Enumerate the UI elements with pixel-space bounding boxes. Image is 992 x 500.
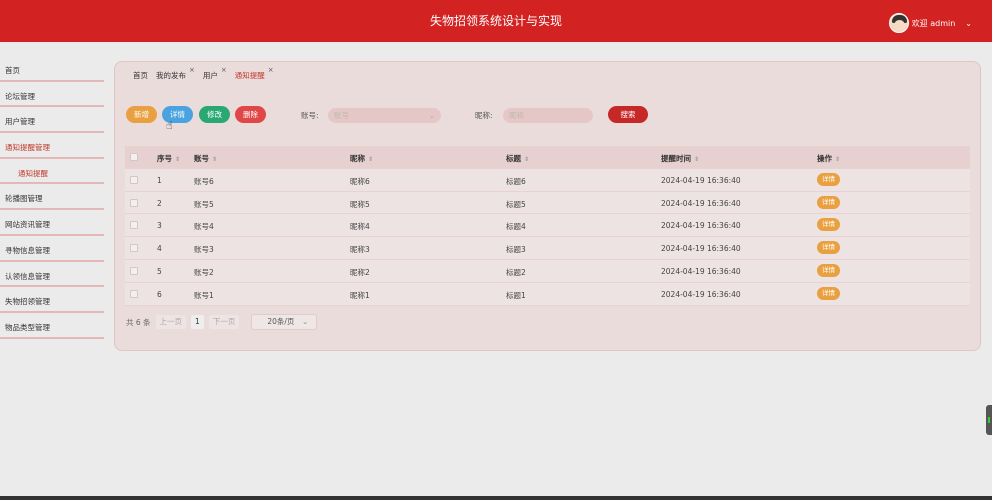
table-row[interactable]: 6 账号1 昵称1 标题1 2024-04-19 16:36:40 详情 [125, 282, 970, 306]
column-header[interactable]: 昵称 ⇕ [350, 153, 373, 164]
sidebar-item-item-types[interactable]: 物品类型管理 [0, 315, 104, 341]
prev-page-button[interactable]: 上一页 [155, 315, 187, 329]
sidebar-item-lost-search[interactable]: 寻物信息管理 [0, 238, 104, 264]
side-tool-handle[interactable] [986, 405, 992, 435]
account-label: 账号: [301, 111, 319, 120]
row-checkbox[interactable] [130, 175, 138, 184]
user-menu[interactable]: 欢迎 admin ⌄ [888, 13, 972, 33]
select-all-checkbox[interactable] [130, 153, 138, 161]
table-row[interactable]: 3 账号4 昵称4 标题4 2024-04-19 16:36:40 详情 [125, 214, 970, 238]
nickname-input[interactable]: 昵称 [503, 108, 593, 123]
row-checkbox[interactable] [130, 289, 138, 298]
table-row[interactable]: 1 账号6 昵称6 标题6 2024-04-19 16:36:40 详情 [125, 168, 970, 192]
row-detail-button[interactable]: 详情 [817, 263, 840, 277]
column-header[interactable]: 操作 ⇕ [817, 153, 840, 164]
tab-users[interactable]: 用户 × [203, 66, 227, 81]
page-number[interactable]: 1 [191, 315, 204, 329]
sidebar-item-home[interactable]: 首页 [0, 58, 104, 84]
chevron-down-icon[interactable]: ⌄ [965, 19, 972, 28]
add-button[interactable]: 新增 [126, 106, 157, 123]
account-select[interactable]: 账号 ⌄ [328, 108, 441, 123]
avatar[interactable] [888, 13, 909, 33]
sidebar-item-news[interactable]: 网站资讯管理 [0, 212, 104, 238]
sidebar-item-forum[interactable]: 论坛管理 [0, 84, 104, 110]
column-header[interactable]: 标题 ⇕ [506, 153, 529, 164]
sort-icon: ⇕ [694, 156, 700, 163]
column-header[interactable]: 序号 ⇕ [157, 153, 180, 164]
sidebar: 首页 论坛管理 用户管理 通知提醒管理 通知提醒 轮播图管理 网站资讯管理 寻物… [0, 58, 104, 341]
sidebar-item-notifications[interactable]: 通知提醒管理 [0, 135, 104, 161]
table-row[interactable]: 4 账号3 昵称3 标题3 2024-04-19 16:36:40 详情 [125, 237, 970, 260]
total-count: 共 6 条 [126, 317, 151, 327]
close-icon[interactable]: × [221, 66, 227, 74]
close-icon[interactable]: × [268, 66, 274, 74]
notification-table: 序号 ⇕ 账号 ⇕ 昵称 ⇕ 标题 ⇕ 提醒时间 ⇕ 操作 ⇕ 1 账号6 昵称6 标题6 … [125, 146, 970, 306]
sort-icon: ⇕ [524, 156, 530, 163]
sidebar-item-lost-found[interactable]: 失物招领管理 [0, 289, 104, 315]
row-detail-button[interactable]: 详情 [817, 218, 840, 232]
delete-button[interactable]: 删除 [235, 106, 266, 123]
row-detail-button[interactable]: 详情 [817, 286, 840, 300]
column-header[interactable]: 账号 ⇕ [194, 153, 217, 164]
sidebar-item-claims[interactable]: 认领信息管理 [0, 264, 104, 290]
table-header: 序号 ⇕ 账号 ⇕ 昵称 ⇕ 标题 ⇕ 提醒时间 ⇕ 操作 ⇕ [125, 146, 970, 169]
next-page-button[interactable]: 下一页 [208, 315, 240, 329]
main-panel: 首页 我的发布 × 用户 × 通知提醒 × 新增 详情 修改 删除 ☝ 账号: 账号 ⌄… [114, 61, 981, 351]
close-icon[interactable]: × [189, 66, 195, 74]
pointer-cursor-icon: ☝ [166, 119, 173, 132]
app-title: 失物招领系统设计与实现 [429, 14, 562, 28]
user-greeting: 欢迎 admin [911, 18, 956, 28]
column-header[interactable]: 提醒时间 ⇕ [661, 153, 699, 164]
tab-home[interactable]: 首页 [133, 70, 148, 81]
search-button[interactable]: 搜索 [608, 106, 648, 123]
sort-icon: ⇕ [212, 156, 218, 163]
row-checkbox[interactable] [130, 221, 138, 230]
sort-icon: ⇕ [835, 156, 841, 163]
bottom-border [0, 496, 992, 500]
sort-icon: ⇕ [175, 156, 181, 163]
row-checkbox[interactable] [130, 244, 138, 253]
row-detail-button[interactable]: 详情 [817, 172, 840, 186]
row-detail-button[interactable]: 详情 [817, 241, 840, 255]
table-row[interactable]: 2 账号5 昵称5 标题5 2024-04-19 16:36:40 详情 [125, 191, 970, 215]
nickname-label: 昵称: [475, 111, 493, 120]
chevron-down-icon: ⌄ [302, 317, 309, 326]
tab-notifications[interactable]: 通知提醒 × [235, 66, 274, 81]
table-row[interactable]: 5 账号2 昵称2 标题2 2024-04-19 16:36:40 详情 [125, 259, 970, 283]
row-checkbox[interactable] [130, 198, 138, 207]
row-checkbox[interactable] [130, 266, 138, 275]
sort-icon: ⇕ [368, 156, 374, 163]
app-header: 失物招领系统设计与实现 欢迎 admin ⌄ [0, 0, 992, 42]
pagination: 共 6 条 上一页 1 下一页 20条/页 ⌄ [126, 314, 318, 330]
edit-button[interactable]: 修改 [199, 106, 230, 123]
breadcrumb-tabs: 首页 我的发布 × 用户 × 通知提醒 × [133, 66, 282, 81]
sidebar-item-users[interactable]: 用户管理 [0, 109, 104, 135]
row-detail-button[interactable]: 详情 [817, 195, 840, 209]
chevron-down-icon: ⌄ [428, 111, 435, 120]
tab-my-posts[interactable]: 我的发布 × [156, 66, 195, 81]
sidebar-item-carousel[interactable]: 轮播图管理 [0, 186, 104, 212]
page-size-select[interactable]: 20条/页 ⌄ [251, 314, 318, 330]
sidebar-subitem-notification[interactable]: 通知提醒 [0, 161, 104, 187]
